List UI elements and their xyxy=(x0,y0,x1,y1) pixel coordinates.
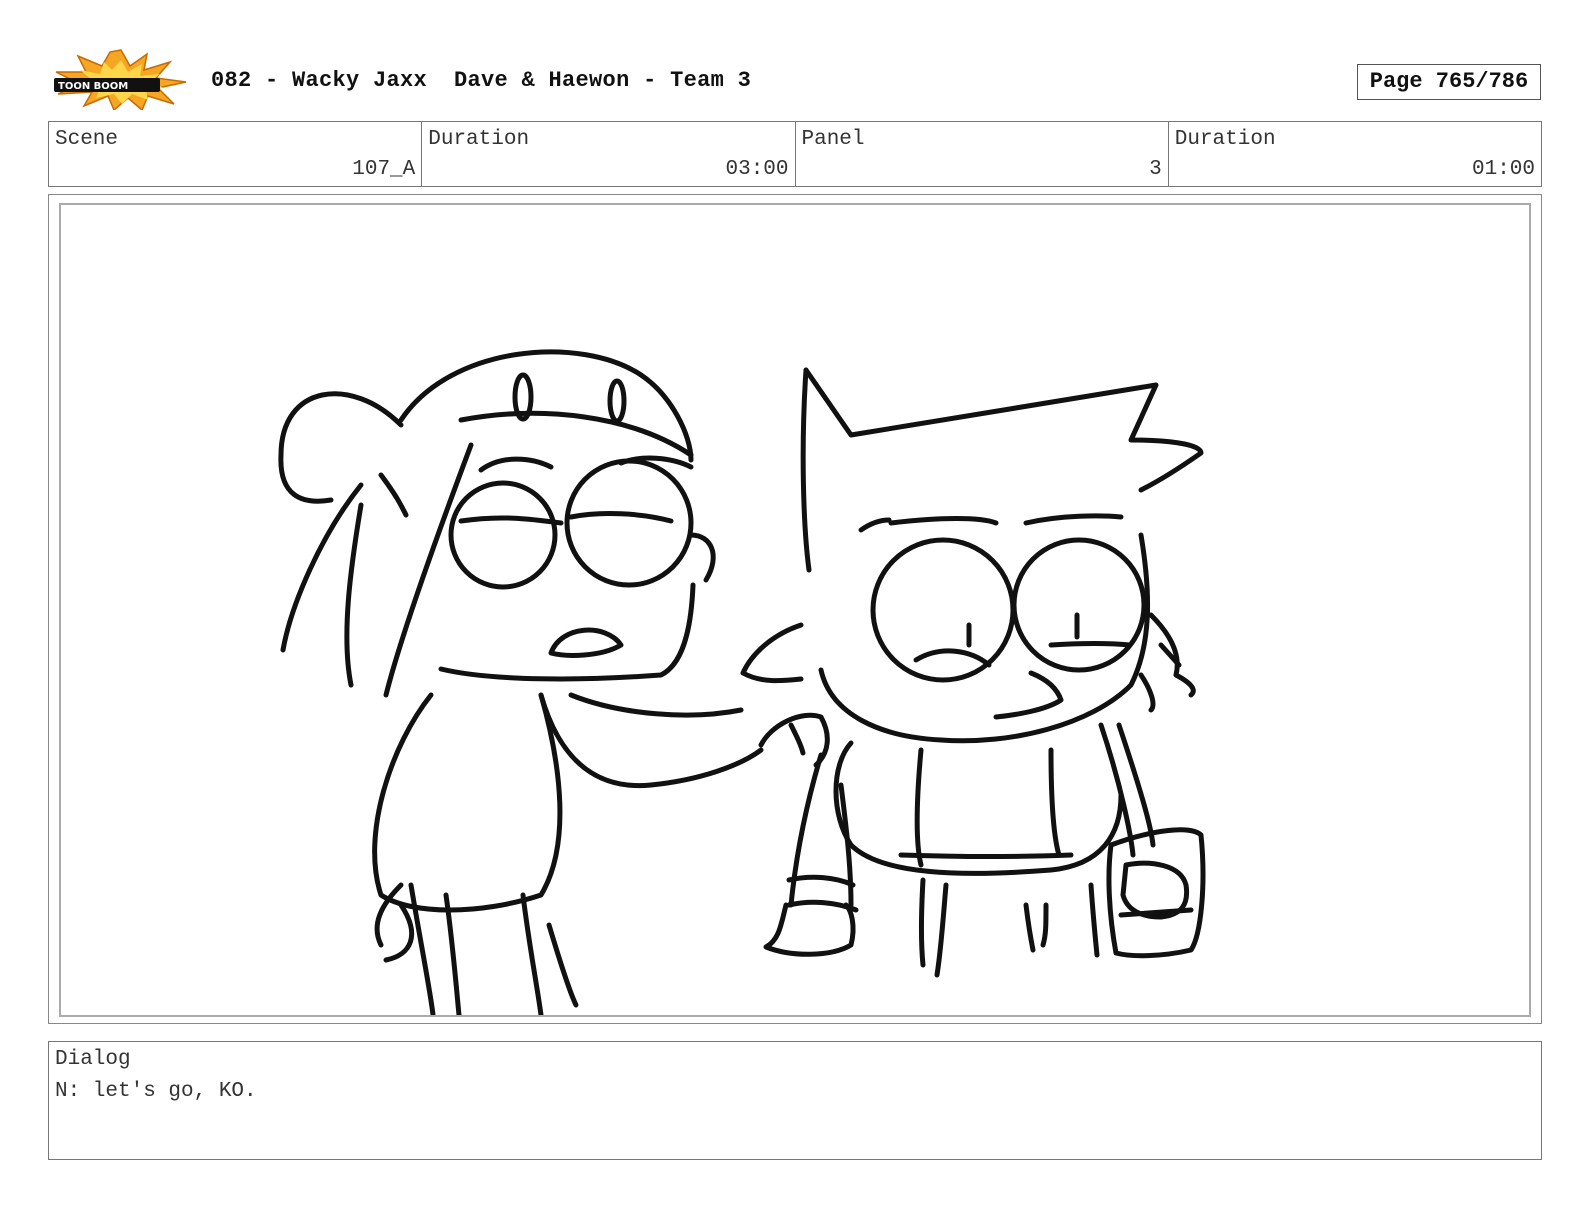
sketch-drawing xyxy=(278,349,1206,1015)
document-title: 082 - Wacky Jaxx Dave & Haewon - Team 3 xyxy=(211,68,752,93)
dialog-text: N: let's go, KO. xyxy=(55,1080,257,1103)
info-row: Scene 107_A Duration 03:00 Panel 3 Durat… xyxy=(48,121,1542,187)
panel-duration-value: 01:00 xyxy=(1471,158,1535,181)
dialog-label: Dialog xyxy=(55,1048,131,1071)
panel-value: 3 xyxy=(1149,158,1162,181)
scene-duration-label: Duration xyxy=(428,128,530,151)
girl-character-sketch xyxy=(278,349,764,1015)
panel-duration-label: Duration xyxy=(1174,128,1276,151)
scene-cell: Scene 107_A xyxy=(49,122,423,186)
dialog-box: Dialog N: let's go, KO. xyxy=(48,1041,1542,1160)
ko-character-sketch xyxy=(740,367,1206,978)
toon-boom-logo: TOON BOOM xyxy=(52,48,190,112)
scene-label: Scene xyxy=(55,128,119,151)
panel-cell: Panel 3 xyxy=(796,122,1169,186)
scene-duration-value: 03:00 xyxy=(725,158,789,181)
storyboard-panel xyxy=(59,203,1531,1017)
panel-label: Panel xyxy=(801,128,865,151)
scene-duration-cell: Duration 03:00 xyxy=(422,122,796,186)
page-indicator: Page 765/786 xyxy=(1357,64,1541,100)
logo-wordmark: TOON BOOM xyxy=(58,81,128,92)
panel-duration-cell: Duration 01:00 xyxy=(1169,122,1541,186)
scene-value: 107_A xyxy=(352,158,416,181)
